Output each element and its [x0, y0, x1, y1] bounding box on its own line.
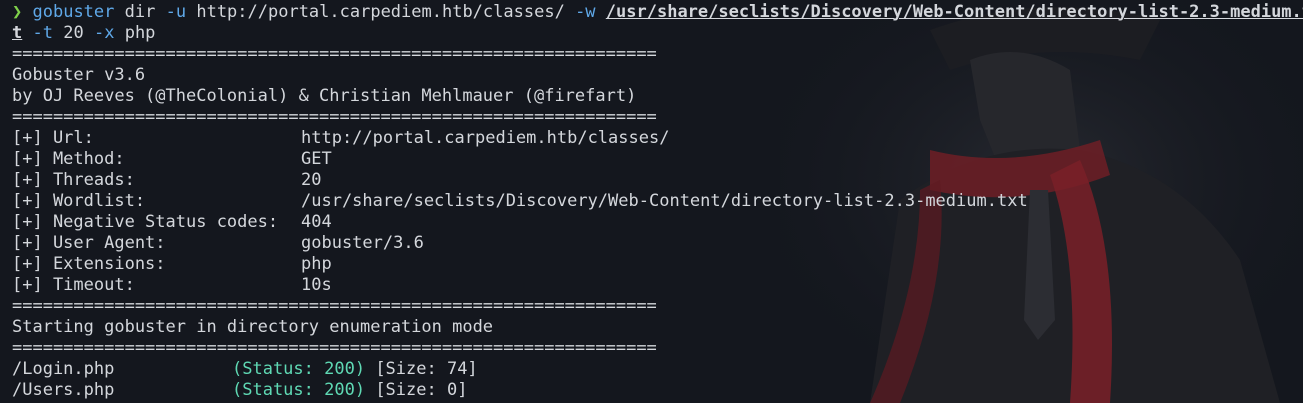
config-value: php [301, 254, 332, 274]
config-row: [+] Url: http://portal.carpediem.htb/clas… [12, 128, 1297, 149]
prompt-arrow-icon: ❯ [12, 2, 23, 22]
divider: ========================================… [12, 338, 657, 358]
command-line: ❯ gobuster dir -u http://portal.carpedie… [12, 2, 1303, 23]
config-label: [+] Negative Status codes: [12, 212, 279, 232]
command-threads: 20 [63, 23, 84, 43]
flag-u: -u [165, 2, 187, 22]
command-subcommand: dir [124, 2, 156, 22]
config-row: [+] User Agent: gobuster/3.6 [12, 233, 1297, 254]
terminal-output[interactable]: ❯ gobuster dir -u http://portal.carpedie… [12, 2, 1303, 401]
config-row: [+] Extensions: php [12, 254, 1297, 275]
result-path: /Users.php [12, 380, 115, 400]
config-value: 10s [301, 275, 332, 295]
config-label: [+] Threads: [12, 170, 135, 190]
config-value: 20 [301, 170, 322, 190]
config-value: 404 [301, 212, 332, 232]
result-size: [Size: 74] [375, 359, 478, 379]
config-value: GET [301, 149, 332, 169]
command-wordlist-wrap: t [12, 23, 23, 43]
result-path: /Login.php [12, 359, 115, 379]
config-label: [+] Timeout: [12, 275, 135, 295]
result-row: /Users.php (Status: 200) [Size: 0] [12, 380, 1297, 401]
divider: ========================================… [12, 296, 657, 316]
config-row: [+] Negative Status codes: 404 [12, 212, 1297, 233]
flag-x: -x [93, 23, 115, 43]
config-label: [+] Method: [12, 149, 125, 169]
config-row: [+] Timeout: 10s [12, 275, 1297, 296]
terminal-window[interactable]: ❯ gobuster dir -u http://portal.carpedie… [0, 0, 1303, 403]
result-row: /Login.php (Status: 200) [Size: 74] [12, 359, 1297, 380]
config-label: [+] Extensions: [12, 254, 166, 274]
command-wordlist: /usr/share/seclists/Discovery/Web-Conten… [605, 2, 1303, 22]
command-url: http://portal.carpediem.htb/classes/ [196, 2, 565, 22]
config-value: http://portal.carpediem.htb/classes/ [301, 128, 670, 148]
config-label: [+] Wordlist: [12, 191, 146, 211]
config-row: [+] Method: GET [12, 149, 1297, 170]
config-value: gobuster/3.6 [301, 233, 424, 253]
config-value: /usr/share/seclists/Discovery/Web-Conten… [301, 191, 1028, 211]
banner-authors: by OJ Reeves (@TheColonial) & Christian … [12, 86, 637, 106]
config-row: [+] Wordlist: /usr/share/seclists/Discove… [12, 191, 1297, 212]
start-message: Starting gobuster in directory enumerati… [12, 317, 494, 337]
flag-t: -t [32, 23, 53, 43]
command-program: gobuster [32, 2, 115, 22]
result-size: [Size: 0] [375, 380, 468, 400]
config-label: [+] Url: [12, 128, 94, 148]
command-line-wrap: t -t 20 -x php [12, 23, 1297, 44]
result-status: (Status: 200) [232, 359, 366, 379]
config-label: [+] User Agent: [12, 233, 166, 253]
divider: ========================================… [12, 44, 657, 64]
config-row: [+] Threads: 20 [12, 170, 1297, 191]
flag-w: -w [575, 2, 596, 22]
result-status: (Status: 200) [232, 380, 366, 400]
command-extension: php [124, 23, 156, 43]
banner-title: Gobuster v3.6 [12, 65, 146, 85]
divider: ========================================… [12, 107, 657, 127]
